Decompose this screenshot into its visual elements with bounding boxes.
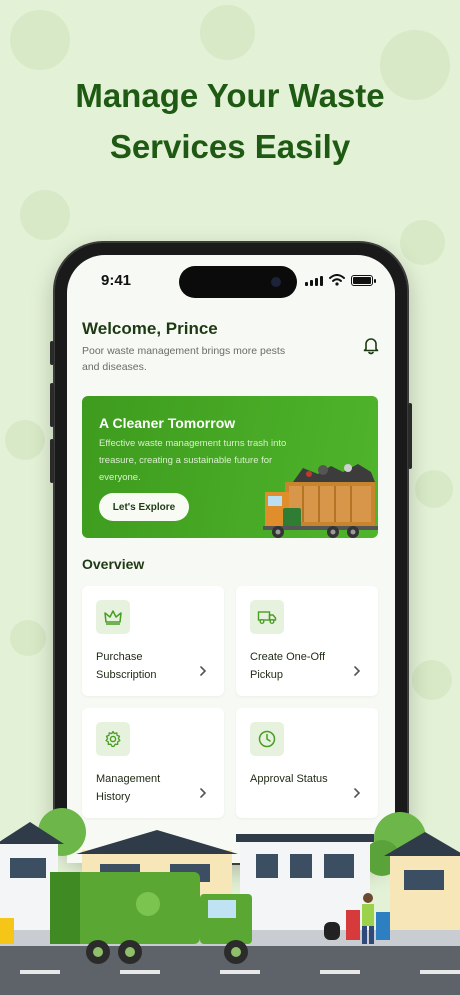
- truck-icon: [250, 600, 284, 634]
- headline-line-2: Services Easily: [109, 128, 351, 165]
- phone-frame: 9:41 Welcome, Prince Poor waste manageme…: [50, 243, 412, 863]
- card-label: Approval Status: [250, 773, 328, 785]
- banner-title: A Cleaner Tomorrow: [99, 415, 236, 431]
- welcome-tagline: Poor waste management brings more pests …: [82, 345, 286, 373]
- app-screen: 9:41 Welcome, Prince Poor waste manageme…: [67, 255, 395, 863]
- crown-icon: [96, 600, 130, 634]
- headline: Manage Your Waste Services Easily: [0, 70, 460, 172]
- dynamic-island: [179, 266, 297, 298]
- welcome-title: Welcome, Prince: [82, 319, 218, 338]
- gear-icon: [96, 722, 130, 756]
- status-bar: 9:41: [67, 255, 395, 303]
- street-scene-illustration: [0, 808, 460, 995]
- phone-volume-up: [50, 383, 54, 427]
- card-create-one-off-pickup[interactable]: Create One-Off Pickup: [236, 586, 378, 696]
- status-icons: [305, 274, 376, 286]
- promo-banner: A Cleaner Tomorrow Effective waste manag…: [82, 396, 378, 538]
- clock-icon: [250, 722, 284, 756]
- battery-icon: [351, 275, 376, 286]
- overview-title: Overview: [82, 556, 145, 572]
- card-purchase-subscription[interactable]: Purchase Subscription: [82, 586, 224, 696]
- status-time: 9:41: [101, 272, 132, 289]
- card-label: Purchase Subscription: [96, 651, 157, 681]
- chevron-right-icon: [354, 788, 361, 798]
- headline-line-1: Manage Your Waste: [75, 77, 385, 114]
- phone-volume-down: [50, 439, 54, 483]
- chevron-right-icon: [354, 666, 361, 676]
- chevron-right-icon: [200, 788, 207, 798]
- signal-icon: [305, 276, 323, 286]
- chevron-right-icon: [200, 666, 207, 676]
- card-label: Create One-Off Pickup: [250, 651, 325, 681]
- wifi-icon: [329, 274, 345, 286]
- bell-icon[interactable]: [361, 335, 381, 355]
- garbage-truck-illustration: [263, 464, 378, 538]
- lets-explore-button[interactable]: Let's Explore: [99, 493, 189, 521]
- phone-action-button: [50, 341, 54, 365]
- phone-power-button: [408, 403, 412, 469]
